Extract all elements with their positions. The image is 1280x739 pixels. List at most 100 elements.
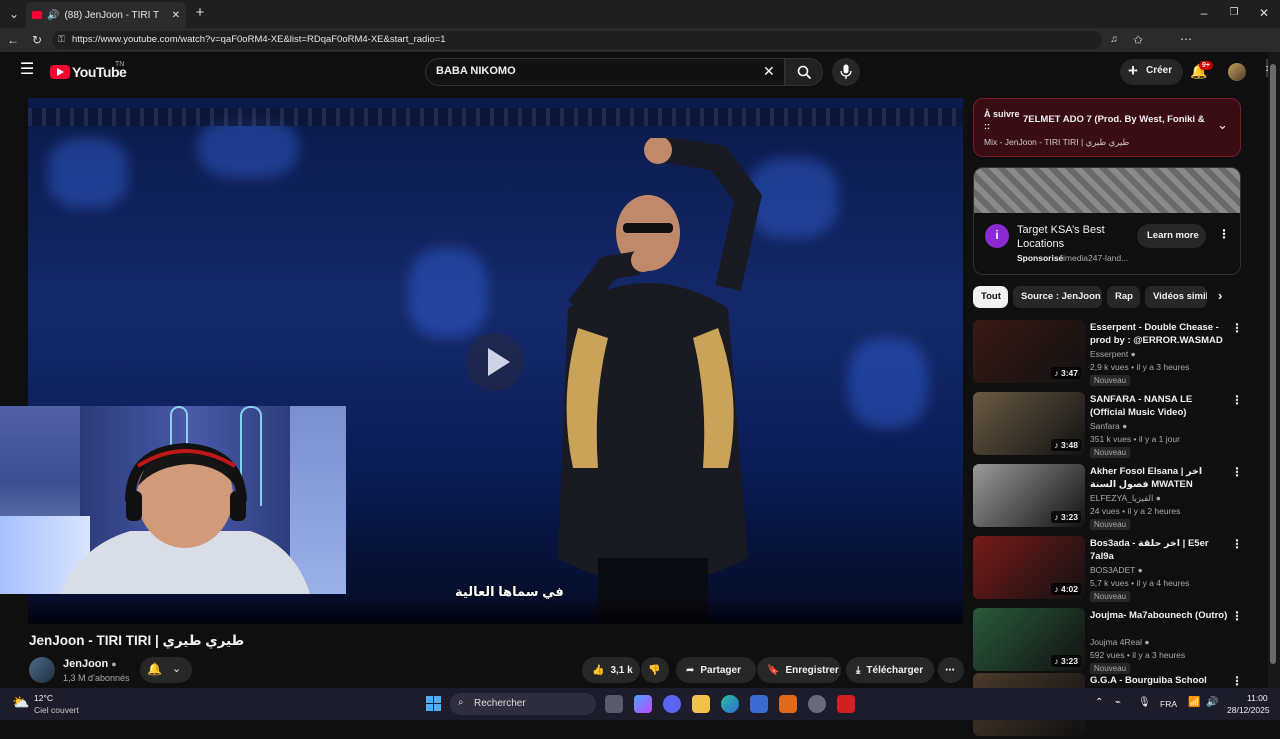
taskbar-search[interactable]: ⌕ Rechercher: [450, 693, 596, 715]
microphone-tray-icon[interactable]: 🎙: [1138, 697, 1151, 708]
site-info-icon[interactable]: ⚿: [58, 34, 65, 45]
subscription-bell-button[interactable]: 🔔 ⌄: [140, 657, 192, 683]
clock-time[interactable]: 11:00: [1247, 693, 1268, 703]
recommended-video[interactable]: ♪ 3:48 SANFARA - NANSA LE (Official Music…: [973, 392, 1263, 458]
recommended-channel-name: ELFEZYA_الفيزيا: [1090, 493, 1154, 503]
edge-icon[interactable]: [721, 695, 739, 713]
address-input[interactable]: ⚿ https://www.youtube.com/watch?v=qaF0oR…: [52, 31, 1102, 49]
sponsored-label: Sponsorisé: [1017, 253, 1064, 263]
play-button[interactable]: [466, 333, 524, 391]
windows-start-icon[interactable]: [426, 696, 441, 711]
download-button[interactable]: ⤓ Télécharger: [846, 657, 934, 683]
refresh-icon[interactable]: ↻: [29, 32, 45, 48]
search-button[interactable]: [785, 58, 823, 86]
recommended-video-title[interactable]: Bos3ada - اخر حلقة | E5er 7al9a: [1090, 537, 1230, 563]
more-menu-icon[interactable]: ⋯: [1178, 31, 1194, 47]
discord-icon[interactable]: [663, 695, 681, 713]
play-icon: [488, 348, 510, 376]
browser-tab[interactable]: 🔊 (88) JenJoon - TIRI TIRI | طيري طيري ✕: [26, 2, 186, 28]
youtube-logo[interactable]: YouTube TN: [50, 61, 140, 83]
recommended-video-title[interactable]: G.G.A - Bourguiba School: [1090, 674, 1230, 687]
save-label: Enregistrer: [785, 664, 839, 676]
app-icon[interactable]: [837, 695, 855, 713]
share-button[interactable]: ➦ Partager: [676, 657, 756, 683]
stage-truss: [28, 108, 963, 126]
create-button[interactable]: + Créer: [1120, 59, 1183, 85]
weather-icon[interactable]: ⛅: [12, 694, 29, 711]
app-icon[interactable]: [779, 695, 797, 713]
recommended-meta: 351 k vues • il y a 1 jour: [1090, 434, 1180, 444]
chevron-down-icon[interactable]: ⌄: [1217, 117, 1228, 133]
recommended-video[interactable]: ♪ 3:47 Esserpent - Double Chease - prod b…: [973, 320, 1263, 386]
store-icon[interactable]: [750, 695, 768, 713]
video-thumbnail[interactable]: ♪ 4:02: [973, 536, 1085, 599]
voice-search-button[interactable]: [832, 58, 860, 86]
volume-icon[interactable]: 🔊: [1206, 697, 1218, 708]
channel-avatar[interactable]: [29, 657, 55, 683]
recommended-channel[interactable]: ELFEZYA_الفيزيا ●: [1090, 493, 1161, 504]
app-icon[interactable]: [808, 695, 826, 713]
youtube-favicon-icon: [32, 11, 42, 19]
tab-list-icon[interactable]: ⌄: [6, 6, 22, 22]
video-thumbnail[interactable]: ♪ 3:23: [973, 464, 1085, 527]
account-avatar[interactable]: [1228, 63, 1246, 81]
notifications-button[interactable]: 🔔 9+: [1190, 61, 1213, 83]
recommended-video-title[interactable]: Joujma- Ma7abounech (Outro): [1090, 609, 1230, 622]
clear-search-icon[interactable]: ✕: [763, 63, 775, 80]
video-thumbnail[interactable]: ♪ 3:48: [973, 392, 1085, 455]
music-note-icon: ♪: [1054, 656, 1061, 666]
recommended-channel[interactable]: BOS3ADET ●: [1090, 565, 1143, 575]
up-next-panel[interactable]: À suivre :: 7ELMET ADO 7 (Prod. By West,…: [973, 98, 1241, 157]
video-menu-icon[interactable]: ⋮: [1231, 393, 1243, 407]
video-menu-icon[interactable]: ⋮: [1231, 465, 1243, 479]
scrollbar-thumb[interactable]: [1270, 64, 1276, 664]
search-input[interactable]: BABA NIKOMO ✕: [425, 58, 785, 86]
favorites-icon[interactable]: ✩: [1130, 32, 1146, 48]
learn-more-button[interactable]: Learn more: [1137, 224, 1206, 248]
restore-icon[interactable]: ❐: [1226, 5, 1242, 21]
clock-date[interactable]: 28/12/2025: [1227, 705, 1270, 715]
minimize-icon[interactable]: –: [1196, 5, 1212, 21]
chip-similar[interactable]: Vidéos simil: [1145, 286, 1207, 308]
wifi-icon[interactable]: 📶: [1188, 697, 1200, 708]
recommended-video[interactable]: ♪ 3:23 Akher Fosol Elsana | اخر فصول السن…: [973, 464, 1263, 530]
channel-name[interactable]: JenJoon ●: [63, 658, 117, 670]
recommended-video[interactable]: ♪ 3:23 Joujma- Ma7abounech (Outro) Joujma …: [973, 608, 1263, 674]
recommended-channel[interactable]: Sanfara ●: [1090, 421, 1127, 431]
language-indicator[interactable]: FRA: [1160, 699, 1177, 709]
recommended-channel-name: Sanfara: [1090, 421, 1120, 431]
close-tab-icon[interactable]: ✕: [172, 10, 180, 21]
task-view-icon[interactable]: [605, 695, 623, 713]
chevron-right-icon[interactable]: ›: [1218, 288, 1222, 303]
copilot-taskbar-icon[interactable]: [634, 695, 652, 713]
back-icon[interactable]: ←: [5, 32, 21, 48]
recommended-channel[interactable]: Esserpent ●: [1090, 349, 1136, 359]
recommended-video[interactable]: ♪ 4:02 Bos3ada - اخر حلقة | E5er 7al9a BOS…: [973, 536, 1263, 602]
video-menu-icon[interactable]: ⋮: [1231, 609, 1243, 623]
chip-rap[interactable]: Rap: [1107, 286, 1140, 308]
video-menu-icon[interactable]: ⋮: [1231, 537, 1243, 551]
chip-all[interactable]: Tout: [973, 286, 1008, 308]
video-thumbnail[interactable]: ♪ 3:23: [973, 608, 1085, 671]
video-thumbnail[interactable]: ♪ 3:47: [973, 320, 1085, 383]
ad-menu-icon[interactable]: ⋮: [1218, 227, 1230, 241]
hamburger-menu-icon[interactable]: ☰: [18, 62, 36, 78]
extensions-icon[interactable]: ♫: [1106, 32, 1122, 48]
chip-source[interactable]: Source : JenJoon: [1013, 286, 1102, 308]
network-icon[interactable]: ⌁: [1115, 697, 1121, 708]
save-button[interactable]: 🔖 Enregistrer: [757, 657, 841, 683]
like-button[interactable]: 👍 3,1 k: [582, 657, 640, 683]
recommended-channel[interactable]: Joujma 4Real ●: [1090, 637, 1150, 647]
file-explorer-icon[interactable]: [692, 695, 710, 713]
sponsored-ad[interactable]: i Target KSA’s Best Locations Sponsorisé…: [973, 167, 1241, 275]
more-actions-button[interactable]: ⋯: [938, 657, 964, 683]
recommended-video-title[interactable]: SANFARA - NANSA LE (Official Music Video…: [1090, 393, 1230, 419]
system-tray-chevron-icon[interactable]: ⌃: [1095, 697, 1103, 708]
video-menu-icon[interactable]: ⋮: [1231, 674, 1243, 688]
recommended-video-title[interactable]: Akher Fosol Elsana | اخر فصول السنة MWAT…: [1090, 465, 1230, 491]
new-tab-icon[interactable]: +: [192, 5, 208, 21]
recommended-video-title[interactable]: Esserpent - Double Chease - prod by : @E…: [1090, 321, 1230, 347]
close-window-icon[interactable]: ✕: [1256, 5, 1272, 21]
dislike-button[interactable]: 👎: [641, 657, 669, 683]
video-menu-icon[interactable]: ⋮: [1231, 321, 1243, 335]
